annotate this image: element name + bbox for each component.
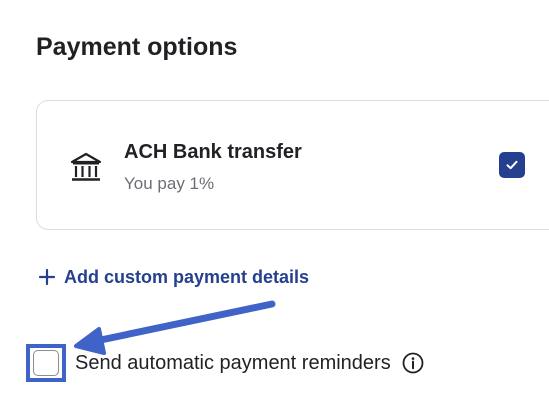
payment-method-card[interactable]: ACH Bank transfer You pay 1%: [36, 100, 549, 230]
payment-reminders-row: Send automatic payment reminders: [26, 342, 424, 384]
payment-method-fee: You pay 1%: [124, 174, 215, 193]
checkmark-icon: [506, 160, 518, 170]
add-custom-payment-link[interactable]: Add custom payment details: [38, 265, 309, 289]
add-custom-payment-label: Add custom payment details: [64, 267, 310, 287]
payment-reminders-checkbox[interactable]: [33, 350, 59, 376]
annotation-highlight-box: [26, 344, 66, 382]
bank-icon: [70, 152, 102, 181]
info-icon[interactable]: [402, 352, 424, 374]
plus-icon: [38, 268, 56, 286]
payment-method-name: ACH Bank transfer: [124, 141, 302, 163]
payment-reminders-label[interactable]: Send automatic payment reminders: [75, 350, 391, 376]
payment-method-checkbox[interactable]: [499, 152, 525, 178]
page-title: Payment options: [36, 33, 238, 61]
